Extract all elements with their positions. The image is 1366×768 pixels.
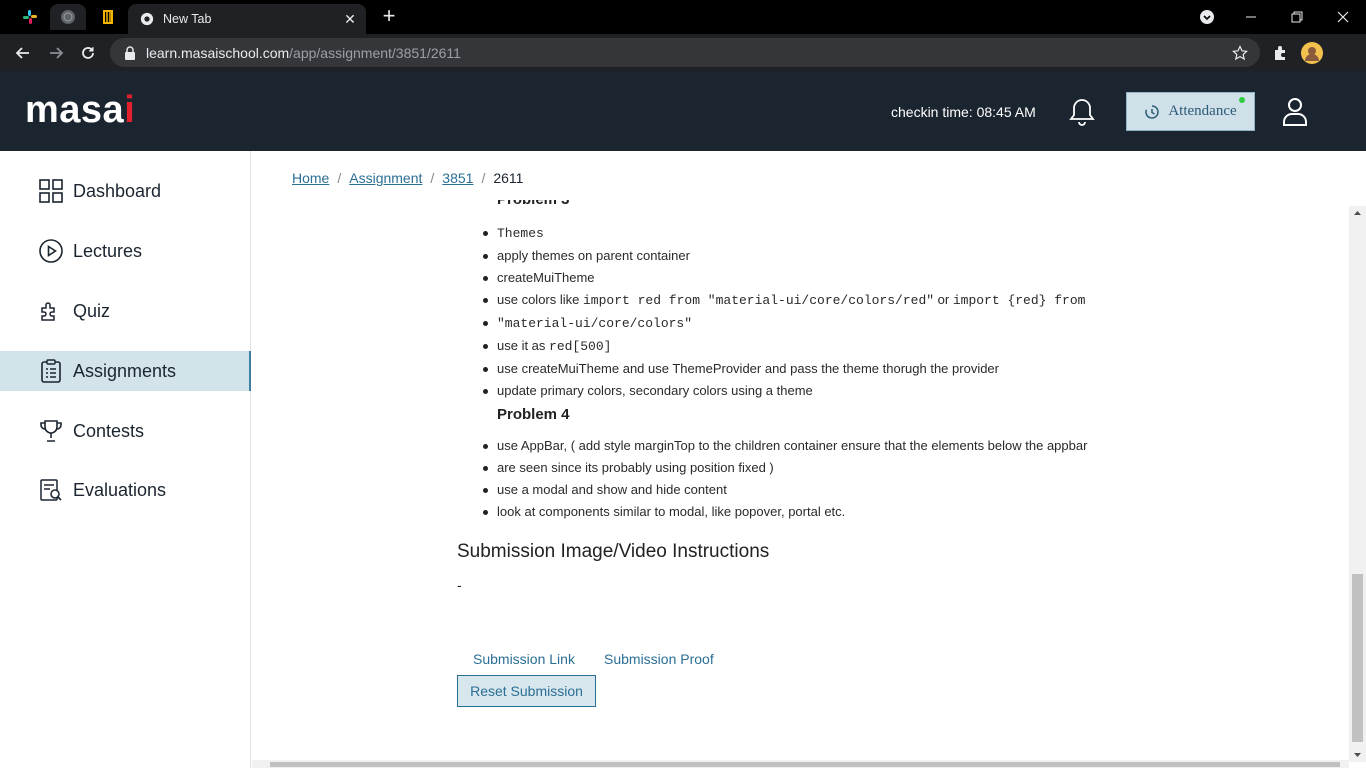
problem-4-heading: Problem 4: [497, 406, 570, 423]
sidebar-item-lectures[interactable]: Lectures: [0, 231, 251, 271]
back-icon[interactable]: [10, 40, 36, 66]
horizontal-scrollbar[interactable]: [252, 760, 1349, 768]
tab-title: New Tab: [163, 12, 212, 26]
address-bar[interactable]: learn.masaischool.com/app/assignment/385…: [110, 38, 1260, 67]
reset-submission-button[interactable]: Reset Submission: [457, 675, 596, 707]
restore-icon[interactable]: [1274, 0, 1320, 34]
scroll-up-icon[interactable]: [1349, 206, 1366, 220]
attendance-button[interactable]: Attendance: [1126, 92, 1255, 131]
problem-3-heading: Problem 3: [497, 200, 570, 208]
breadcrumb-separator: /: [337, 170, 342, 186]
extensions-icon[interactable]: [1267, 40, 1293, 66]
profile-avatar[interactable]: [1299, 40, 1325, 66]
list-item: update primary colors, secondary colors …: [482, 380, 1085, 402]
breadcrumb-current: 2611: [493, 170, 524, 186]
checkin-time: checkin time: 08:45 AM: [891, 104, 1036, 120]
sidebar-item-label: Evaluations: [73, 479, 167, 500]
horizontal-scroll-thumb[interactable]: [270, 762, 1340, 767]
browser-tab-bar: New Tab ✕ +: [0, 0, 1366, 34]
problem-3-list: Themes apply themes on parent container …: [482, 222, 1085, 402]
trophy-icon: [38, 418, 64, 444]
play-circle-icon: [38, 238, 64, 264]
list-item: use it as red[500]: [482, 335, 1085, 358]
clock-icon: [1145, 104, 1160, 119]
clipboard-list-icon: [38, 358, 64, 384]
slack-tab-icon[interactable]: [12, 4, 48, 30]
tab-new-tab[interactable]: New Tab ✕: [128, 4, 366, 34]
new-tab-button[interactable]: +: [378, 5, 400, 28]
minimize-icon[interactable]: [1228, 0, 1274, 34]
assignment-content: Problem 3 Themes apply themes on parent …: [252, 200, 1349, 760]
tab-search-icon[interactable]: [1184, 0, 1230, 34]
scroll-down-icon[interactable]: [1349, 748, 1366, 762]
vertical-scroll-thumb[interactable]: [1352, 574, 1363, 742]
list-item: look at components similar to modal, lik…: [482, 501, 1087, 523]
puzzle-icon: [38, 298, 64, 324]
forward-icon[interactable]: [43, 40, 69, 66]
sidebar-item-label: Dashboard: [73, 180, 162, 201]
submission-proof-tab[interactable]: Submission Proof: [604, 651, 714, 667]
bell-icon[interactable]: [1068, 97, 1096, 127]
online-status-dot: [1239, 97, 1245, 103]
sidebar-item-label: Lectures: [73, 240, 143, 261]
problem-4-list: use AppBar, ( add style marginTop to the…: [482, 435, 1087, 523]
list-item: use AppBar, ( add style marginTop to the…: [482, 435, 1087, 457]
breadcrumb-id-link[interactable]: 3851: [442, 170, 473, 186]
sidebar-item-contests[interactable]: Contests: [0, 411, 251, 451]
breadcrumb-home-link[interactable]: Home: [292, 170, 329, 186]
sidebar-item-label: Quiz: [73, 300, 111, 321]
bookmark-star-icon[interactable]: [1232, 44, 1248, 61]
breadcrumb-separator: /: [430, 170, 435, 186]
evaluation-icon: [38, 477, 64, 503]
browser-toolbar: learn.masaischool.com/app/assignment/385…: [0, 34, 1366, 71]
vertical-scrollbar[interactable]: [1349, 206, 1366, 762]
submission-instructions-heading: Submission Image/Video Instructions: [457, 541, 770, 562]
submission-instructions-value: -: [457, 577, 462, 593]
list-item: Themes: [482, 222, 1085, 245]
book-tab-icon[interactable]: [90, 4, 126, 30]
breadcrumb-assignment-link[interactable]: Assignment: [349, 170, 422, 186]
list-item: use createMuiTheme and use ThemeProvider…: [482, 358, 1085, 380]
list-item-continuation: are seen since its probably using positi…: [482, 457, 1087, 479]
list-item: use colors like import red from "materia…: [482, 289, 1085, 312]
globe-tab-icon[interactable]: [50, 4, 86, 30]
user-icon[interactable]: [1282, 97, 1308, 127]
breadcrumb-separator: /: [481, 170, 486, 186]
breadcrumb: Home / Assignment / 3851 / 2611: [292, 170, 523, 186]
chrome-icon: [140, 12, 154, 26]
attendance-label: Attendance: [1168, 103, 1237, 119]
close-window-icon[interactable]: [1320, 0, 1366, 34]
list-item: apply themes on parent container: [482, 245, 1085, 267]
lock-icon: [125, 45, 135, 60]
dashboard-icon: [38, 178, 64, 204]
sidebar-item-quiz[interactable]: Quiz: [0, 291, 251, 331]
url-host: learn.masaischool.com: [146, 44, 290, 61]
sidebar-item-label: Assignments: [73, 360, 177, 381]
list-item: use a modal and show and hide content: [482, 479, 1087, 501]
submission-link-tab[interactable]: Submission Link: [473, 651, 575, 667]
sidebar-item-dashboard[interactable]: Dashboard: [0, 171, 251, 211]
sidebar-item-assignments[interactable]: Assignments: [0, 351, 251, 391]
reload-icon[interactable]: [75, 40, 101, 66]
app-header: masai checkin time: 08:45 AM Attendance: [0, 71, 1366, 151]
sidebar-item-evaluations[interactable]: Evaluations: [0, 470, 251, 510]
masai-logo[interactable]: masai: [25, 89, 135, 132]
url-path: /app/assignment/3851/2611: [289, 44, 461, 61]
sidebar-item-label: Contests: [73, 420, 145, 441]
sidebar: Dashboard Lectures Quiz Assignments Cont…: [0, 151, 251, 768]
list-item: createMuiTheme: [482, 267, 1085, 289]
close-tab-icon[interactable]: ✕: [342, 11, 358, 27]
list-item-continuation: "material-ui/core/colors": [482, 312, 1085, 335]
